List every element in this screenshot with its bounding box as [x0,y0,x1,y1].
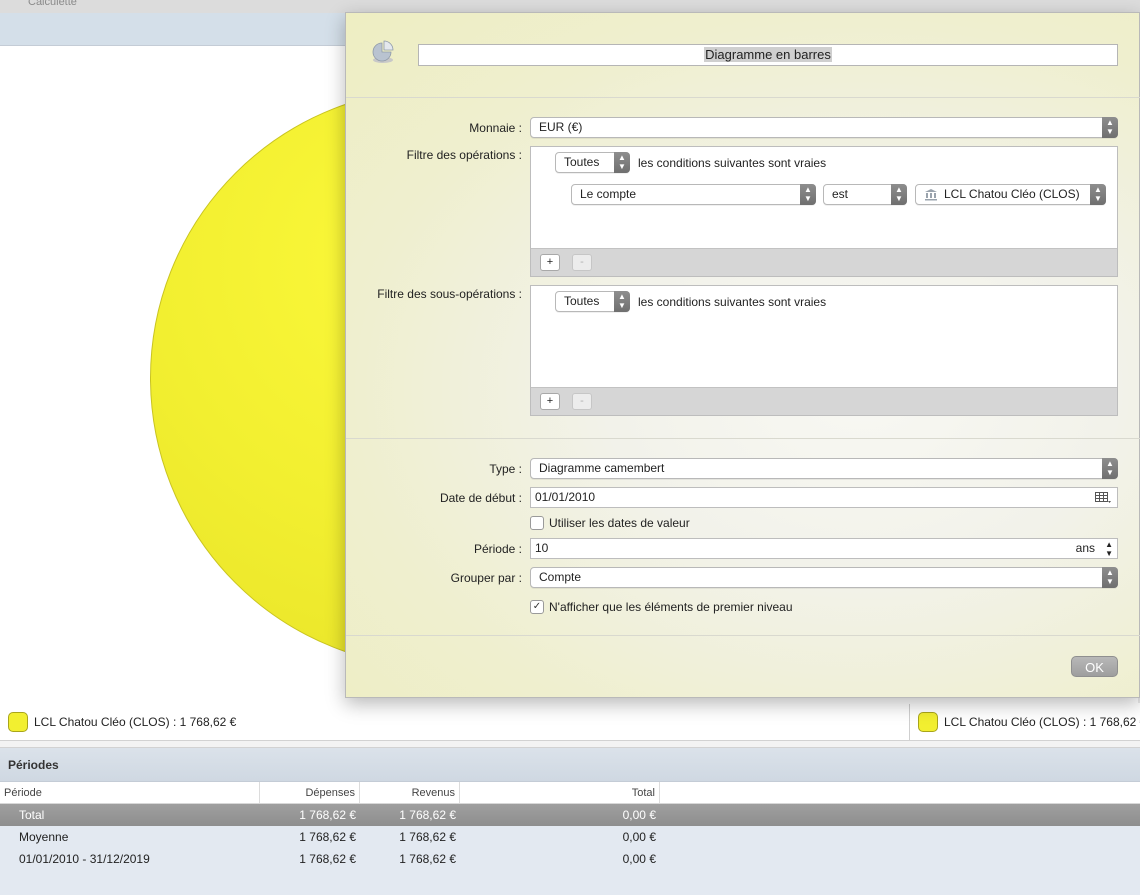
ok-button[interactable]: OK [1071,656,1118,677]
chart-area [0,46,346,704]
cell-depenses: 1 768,62 € [299,808,356,822]
table-row[interactable]: Moyenne 1 768,62 € 1 768,62 € 0,00 € [0,826,1140,848]
conditions-text: les conditions suivantes sont vraies [638,295,827,309]
value-text: LCL Chatou Cléo (CLOS) [944,187,1080,201]
grouper-value: Compte [539,570,582,584]
premier-niveau-checkbox[interactable]: ✓ [530,600,544,614]
window-caption: Calculette [28,0,77,8]
type-value: Diagramme camembert [539,461,665,475]
monnaie-popup[interactable]: EUR (€) ▲ ▼ [530,117,1118,138]
cell-total: 0,00 € [622,808,656,822]
table-row[interactable]: 01/01/2010 - 31/12/2019 1 768,62 € 1 768… [0,848,1140,870]
periode-unit: ans [1075,541,1095,555]
periods-title: Périodes [0,748,1140,782]
column-header-revenus[interactable]: Revenus [360,782,460,803]
premier-niveau-label: N'afficher que les éléments de premier n… [549,600,793,614]
filtre-sous-box: Toutes ▲ ▼ les conditions suivantes sont … [530,285,1118,416]
divider [346,635,1140,636]
filtre-field-popup[interactable]: Le compte ▲ ▼ [571,184,816,205]
filtre-sous-label: Filtre des sous-opérations : [377,287,522,301]
cell-depenses: 1 768,62 € [299,830,356,844]
popup-arrows-icon: ▲ ▼ [1102,567,1118,588]
popup-arrows-icon: ▲ ▼ [891,184,907,205]
popup-arrows-icon: ▲ ▼ [1102,117,1118,138]
filtre-ops-box: Toutes ▲ ▼ les conditions suivantes sont … [530,146,1118,277]
cell-periode: 01/01/2010 - 31/12/2019 [19,852,150,866]
grouper-label: Grouper par : [450,571,522,585]
periode-value: 10 [535,541,549,555]
operator-value: est [832,187,849,201]
chart-name-field[interactable]: Diagramme en barres [418,44,1118,66]
column-header-total[interactable]: Total [460,782,660,803]
add-condition-button[interactable]: + [540,254,560,271]
pie-slice-lcl-chatou[interactable] [150,88,346,668]
legend-divider[interactable] [909,704,910,744]
remove-condition-button[interactable]: - [572,254,592,271]
column-header-periode[interactable]: Période [0,782,260,803]
cell-revenus: 1 768,62 € [399,852,456,866]
periode-label: Période : [473,542,522,556]
filtre-ops-label: Filtre des opérations : [406,148,522,162]
legend-right: LCL Chatou Cléo (CLOS) : 1 768,62 € [918,704,1140,740]
monnaie-label: Monnaie : [469,121,522,135]
grouper-popup[interactable]: Compte ▲ ▼ [530,567,1118,588]
type-label: Type : [489,462,522,476]
pie-chart-icon [372,40,394,63]
chart-name-value: Diagramme en barres [704,47,832,62]
periods-panel: Périodes Période Dépenses Revenus Total … [0,748,1140,895]
stepper-icon[interactable]: ▲ ▼ [1105,540,1113,558]
cell-revenus: 1 768,62 € [399,808,456,822]
filtre-ops-quantifier-popup[interactable]: Toutes ▲ ▼ [555,152,630,173]
cell-periode: Moyenne [19,830,69,844]
legend-swatch [8,712,28,732]
cell-revenus: 1 768,62 € [399,830,456,844]
chart-toolbar [0,13,346,46]
legend-entry-label: LCL Chatou Cléo (CLOS) : 1 768,62 € [944,715,1140,729]
bank-icon [925,189,937,201]
legend-swatch [918,712,938,732]
filtre-value-popup[interactable]: LCL Chatou Cléo (CLOS) ▲ ▼ [915,184,1106,205]
split-view-divider[interactable] [0,740,1140,748]
table-header: Période Dépenses Revenus Total [0,782,1140,804]
cell-periode: Total [19,808,45,822]
divider [346,97,1140,98]
legend-entry-label: LCL Chatou Cléo (CLOS) : 1 768,62 € [34,715,237,729]
quantifier-value: Toutes [564,155,600,169]
type-popup[interactable]: Diagramme camembert ▲ ▼ [530,458,1118,479]
table-row-total[interactable]: Total 1 768,62 € 1 768,62 € 0,00 € [0,804,1140,826]
cell-total: 0,00 € [622,852,656,866]
date-field[interactable]: 01/01/2010 [530,487,1118,508]
popup-arrows-icon: ▲ ▼ [1090,184,1106,205]
calendar-icon[interactable] [1095,492,1111,504]
cell-total: 0,00 € [622,830,656,844]
date-label: Date de début : [439,491,522,505]
add-condition-button[interactable]: + [540,393,560,410]
filtre-sous-quantifier-popup[interactable]: Toutes ▲ ▼ [555,291,630,312]
popup-arrows-icon: ▲ ▼ [1102,458,1118,479]
popup-arrows-icon: ▲ ▼ [614,152,630,173]
popup-arrows-icon: ▲ ▼ [614,291,630,312]
legend-left: LCL Chatou Cléo (CLOS) : 1 768,62 € [8,704,888,740]
valeur-checkbox[interactable] [530,516,544,530]
valeur-checkbox-label: Utiliser les dates de valeur [549,516,690,530]
periode-field[interactable]: 10 ans ▲ ▼ [530,538,1118,559]
filtre-sous-footer: + - [531,387,1117,415]
field-value: Le compte [580,187,637,201]
date-value: 01/01/2010 [535,490,596,504]
conditions-text: les conditions suivantes sont vraies [638,156,827,170]
quantifier-value: Toutes [564,294,600,308]
cell-depenses: 1 768,62 € [299,852,356,866]
popup-arrows-icon: ▲ ▼ [800,184,816,205]
filtre-ops-footer: + - [531,248,1117,276]
column-header-depenses[interactable]: Dépenses [260,782,360,803]
remove-condition-button[interactable]: - [572,393,592,410]
chart-settings-sheet: Diagramme en barres Monnaie : EUR (€) ▲ ▼… [345,12,1140,698]
filtre-operator-popup[interactable]: est ▲ ▼ [823,184,907,205]
monnaie-value: EUR (€) [539,120,583,134]
divider [346,438,1140,439]
